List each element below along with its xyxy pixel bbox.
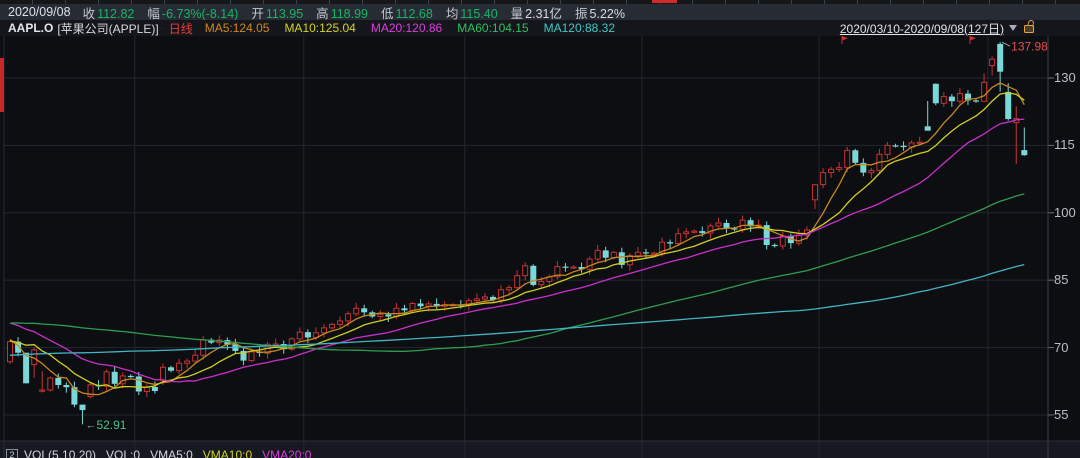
lock-open-icon[interactable]	[1024, 25, 1034, 33]
volume-indicator-label: VOL(5,10,20)	[24, 448, 96, 458]
y-axis-label: 130	[1054, 70, 1080, 86]
chart-pane[interactable]: 137.98 ←52.91 130 115 100 85 70 55 2 VOL(5,10,…	[0, 36, 1080, 458]
date-range-control[interactable]: 2020/03/10-2020/09/08(127日)	[840, 20, 1034, 36]
high-price-label: 137.98	[1011, 40, 1048, 54]
chevron-down-icon[interactable]	[1009, 25, 1017, 31]
low-arrow-icon: ←	[85, 419, 96, 431]
quote-bar: 2020/09/08 收112.82幅-6.73%(-8.14)开113.95高…	[0, 4, 1080, 20]
quote-field: 幅-6.73%(-8.14)	[147, 3, 238, 22]
ma-legend-item: MA5:124.05	[205, 21, 270, 35]
pane-count-badge[interactable]: 2	[6, 449, 18, 458]
candlestick-chart[interactable]: 137.98 ←52.91	[0, 36, 1080, 458]
ma-legend-item: MA10:125.04	[284, 21, 355, 35]
volume-indicator-label: VMA20:0	[262, 448, 311, 458]
symbol-label: AAPL.O	[8, 21, 53, 35]
volume-pane-header: 2 VOL(5,10,20) VOL:0 VMA5:0 VMA10:0 VMA20:0	[0, 441, 1080, 458]
quote-field: 低112.68	[381, 3, 433, 22]
volume-indicator-label: VOL:0	[106, 448, 140, 458]
quote-fields: 收112.82幅-6.73%(-8.14)开113.95高118.99低112.…	[83, 3, 638, 22]
company-name: [苹果公司(APPLE)]	[57, 20, 158, 37]
volume-indicator-label: VMA10:0	[203, 448, 252, 458]
quote-field: 振5.22%	[575, 3, 625, 22]
quote-field: 高118.99	[316, 3, 368, 22]
ma-legend-item: MA20:120.86	[371, 21, 442, 35]
quote-date: 2020/09/08	[8, 5, 71, 19]
period-tab-daily[interactable]: 日线	[169, 20, 193, 37]
ma-legend: MA5:124.05 MA10:125.04 MA20:120.86 MA60:104…	[205, 21, 630, 35]
date-range-label[interactable]: 2020/03/10-2020/09/08(127日)	[840, 20, 1004, 37]
y-axis-label: 100	[1054, 205, 1080, 221]
quote-field: 开113.95	[251, 3, 303, 22]
quote-field: 均115.40	[446, 3, 498, 22]
ma-legend-item: MA60:104.15	[457, 21, 528, 35]
low-price-label: 52.91	[96, 418, 126, 432]
quote-field: 量2.31亿	[511, 3, 562, 22]
volume-indicator-labels: VOL(5,10,20) VOL:0 VMA5:0 VMA10:0 VMA20:0	[24, 448, 321, 458]
y-axis-label: 115	[1054, 137, 1080, 153]
y-axis-label: 55	[1054, 407, 1080, 423]
ma-legend-item: MA120:88.32	[544, 21, 615, 35]
volume-indicator-label: VMA5:0	[150, 448, 193, 458]
y-axis-label: 85	[1054, 272, 1080, 288]
top-red-marker	[652, 0, 677, 3]
y-axis-label: 70	[1054, 340, 1080, 356]
